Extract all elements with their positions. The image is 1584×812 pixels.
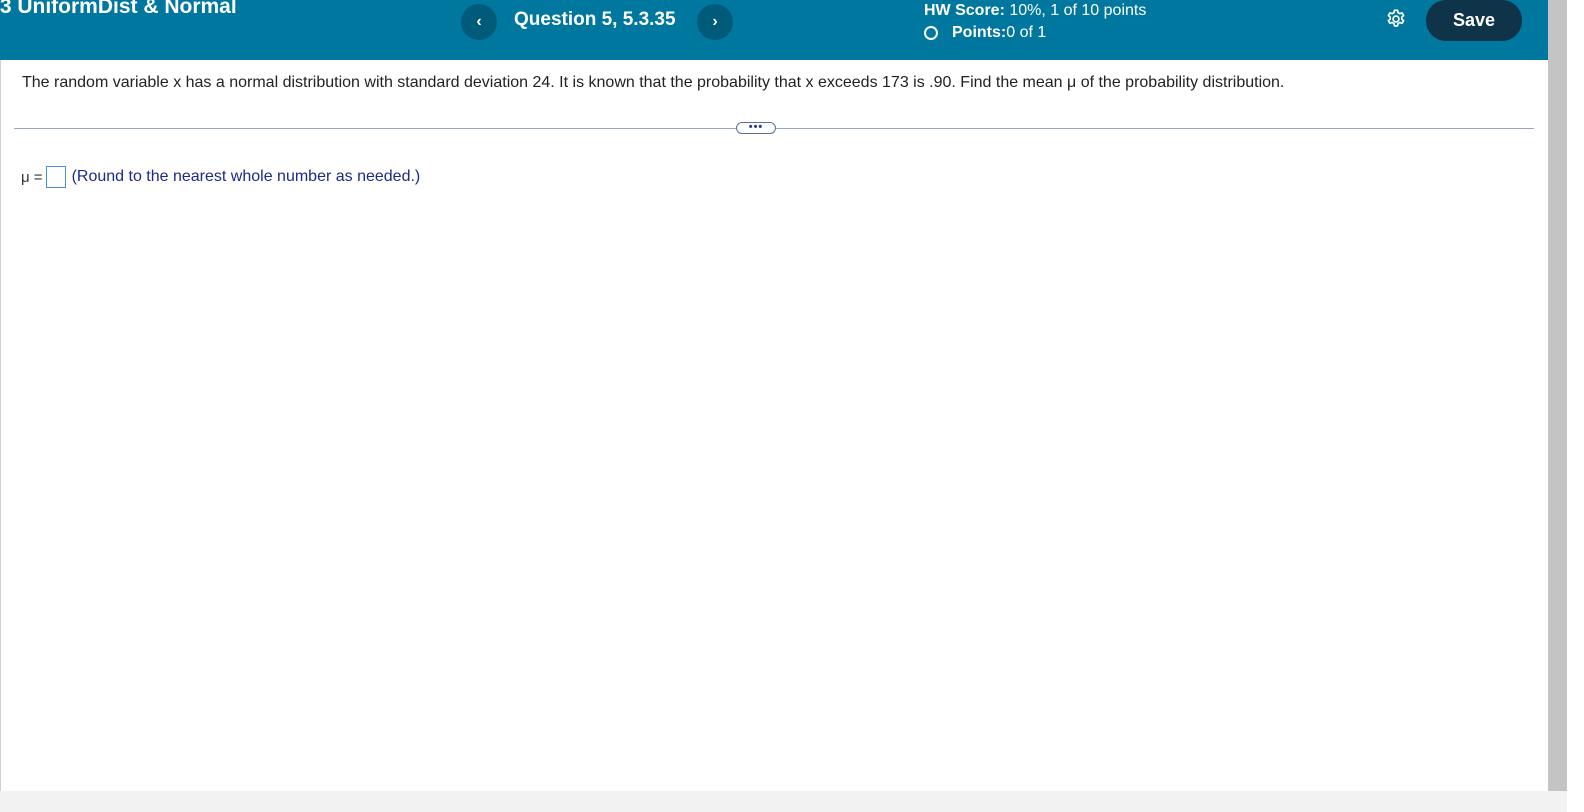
chevron-left-icon: ‹: [476, 13, 482, 30]
next-question-button[interactable]: ›: [697, 4, 733, 40]
hw-score-value: 10%, 1 of 10 points: [1004, 2, 1147, 19]
show-more-button[interactable]: •••: [736, 122, 776, 134]
vertical-scrollbar[interactable]: [1548, 0, 1567, 791]
assignment-title: .3 UniformDist & Normal: [0, 0, 237, 18]
points-row: Points: 0 of 1: [924, 22, 1146, 44]
points-value: 0 of 1: [1006, 24, 1047, 41]
points-label: Points:: [952, 24, 1007, 41]
hw-score-label: HW Score:: [924, 2, 1005, 19]
window-edge: [1567, 0, 1584, 812]
rounding-hint: (Round to the nearest whole number as ne…: [71, 168, 421, 185]
hw-score: HW Score: 10%, 1 of 10 points: [924, 0, 1146, 22]
gear-icon[interactable]: [1385, 8, 1407, 30]
score-block: HW Score: 10%, 1 of 10 points Points: 0 …: [924, 0, 1146, 44]
question-label: Question 5, 5.3.35: [514, 9, 676, 30]
answer-row: μ = (Round to the nearest whole number a…: [21, 166, 420, 188]
question-panel: [0, 0, 1548, 791]
mu-answer-input[interactable]: [45, 166, 66, 188]
question-text: The random variable x has a normal distr…: [22, 74, 1285, 91]
header-bar: .3 UniformDist & Normal ‹ Question 5, 5.…: [0, 0, 1548, 60]
chevron-right-icon: ›: [712, 13, 718, 30]
bottom-bar: [0, 791, 1548, 812]
mu-label: μ =: [21, 168, 43, 186]
save-button[interactable]: Save: [1426, 0, 1522, 41]
points-status-icon: [924, 26, 938, 40]
previous-question-button[interactable]: ‹: [461, 4, 497, 40]
